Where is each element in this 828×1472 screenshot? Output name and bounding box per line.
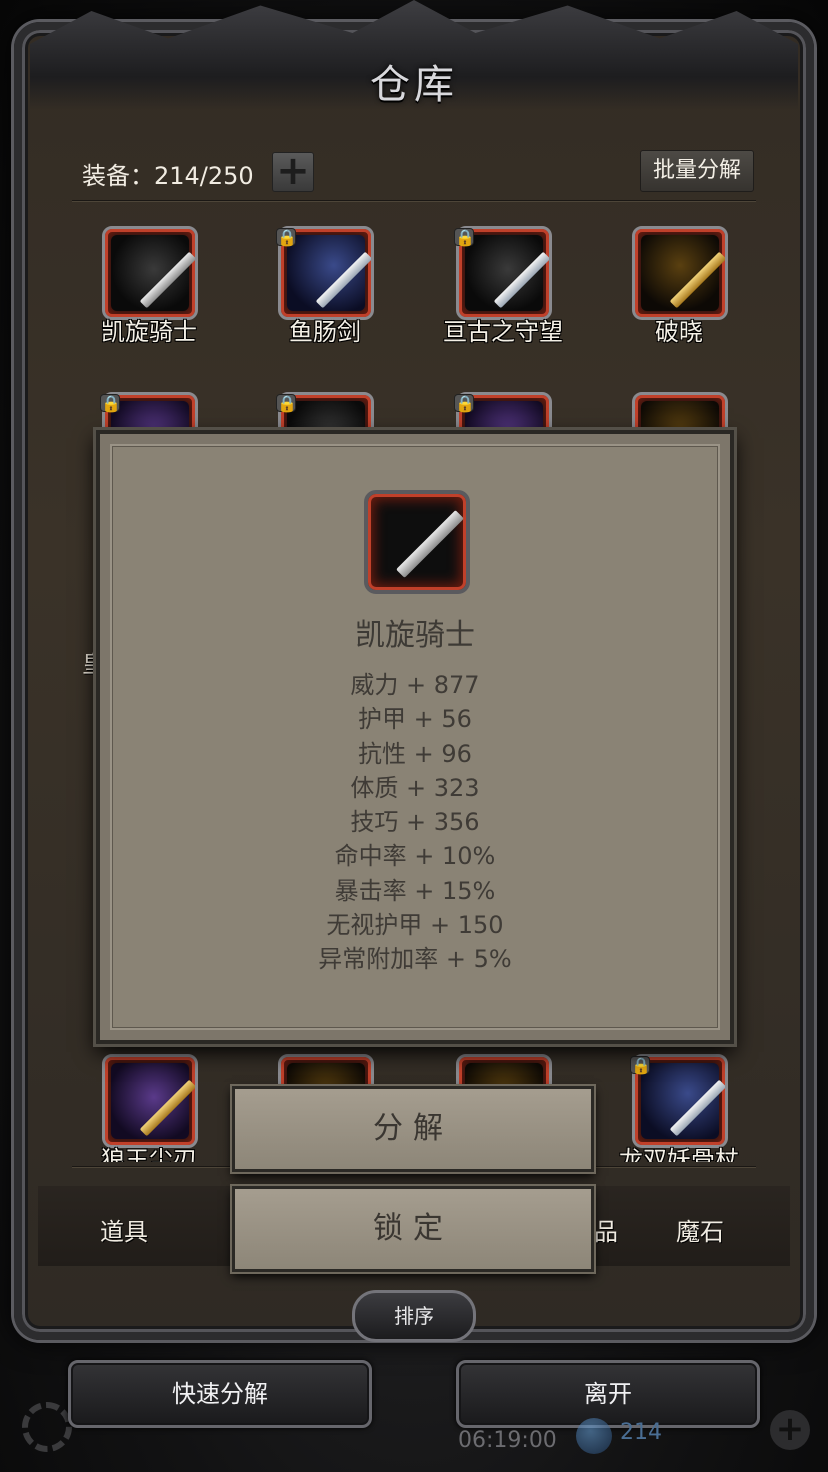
stat-line: 威力 + 877: [350, 671, 480, 699]
stat-line: 异常附加率 + 5%: [318, 945, 512, 974]
tab-magic-stone[interactable]: 魔石: [676, 1212, 724, 1247]
ornate-blade-icon: [111, 1063, 195, 1139]
sort-button[interactable]: 排序: [352, 1290, 476, 1342]
item-name-1: 凯旋骑士: [101, 318, 197, 346]
stat-line: 技巧 + 356: [350, 808, 480, 837]
item-name-4: 破晓: [655, 318, 703, 346]
dismantle-button[interactable]: 分解: [232, 1086, 594, 1172]
item-name-13: 狼王尘刃: [101, 1146, 197, 1162]
expand-capacity-button[interactable]: +: [272, 151, 314, 192]
stat-line: 无视护甲 + 150: [326, 911, 504, 940]
lock-icon: 🔒: [276, 228, 297, 247]
tab-items[interactable]: 道具: [100, 1212, 148, 1247]
currency-value: 214: [620, 1420, 662, 1445]
stat-line: 暴击率 + 15%: [334, 876, 496, 905]
header-divider: [72, 200, 756, 202]
item-detail-popup: 凯旋骑士 威力 + 877 护甲 + 56 抗性 + 96 体质 + 323 技…: [96, 430, 734, 1044]
lock-icon: 🔒: [630, 1056, 651, 1075]
gear-icon[interactable]: [22, 1402, 72, 1452]
batch-dismantle-button[interactable]: 批量分解: [640, 150, 754, 192]
dark-sword-icon: [111, 235, 195, 311]
lock-icon: 🔒: [454, 394, 475, 413]
stat-line: 抗性 + 96: [358, 739, 472, 768]
stat-line: 体质 + 323: [350, 773, 480, 802]
page-title: 仓库: [370, 62, 458, 108]
item-stats: 威力 + 877 护甲 + 56 抗性 + 96 体质 + 323 技巧 + 3…: [100, 668, 730, 977]
lock-button[interactable]: 锁定: [232, 1186, 594, 1272]
popup-sword-icon: [364, 490, 470, 594]
currency-icon: [576, 1418, 612, 1454]
item-name-16: 龙双妖骨杖: [619, 1146, 739, 1162]
item-slot-4[interactable]: [632, 226, 728, 320]
item-slot-13[interactable]: [102, 1054, 198, 1148]
lock-icon: 🔒: [276, 394, 297, 413]
clock-display: 06:19:00: [458, 1428, 557, 1453]
lock-icon: 🔒: [454, 228, 475, 247]
gold-sword-icon: [641, 235, 725, 311]
item-slot-1[interactable]: [102, 226, 198, 320]
item-name-3: 亘古之守望: [443, 318, 563, 346]
stat-line: 护甲 + 56: [358, 705, 472, 734]
blue-sword-icon: [287, 235, 371, 311]
lock-icon: 🔒: [100, 394, 121, 413]
tab-partial[interactable]: 品: [594, 1212, 618, 1247]
silver-sword-icon: [465, 235, 549, 311]
stat-line: 命中率 + 10%: [334, 842, 496, 871]
equipment-count: 装备：214/250: [82, 162, 254, 190]
popup-item-name: 凯旋骑士: [355, 618, 475, 653]
item-name-2: 鱼肠剑: [289, 318, 361, 346]
leave-button[interactable]: 离开: [456, 1360, 760, 1428]
add-icon[interactable]: +: [770, 1410, 810, 1450]
quick-dismantle-button[interactable]: 快速分解: [68, 1360, 372, 1428]
bone-staff-icon: [641, 1063, 725, 1139]
